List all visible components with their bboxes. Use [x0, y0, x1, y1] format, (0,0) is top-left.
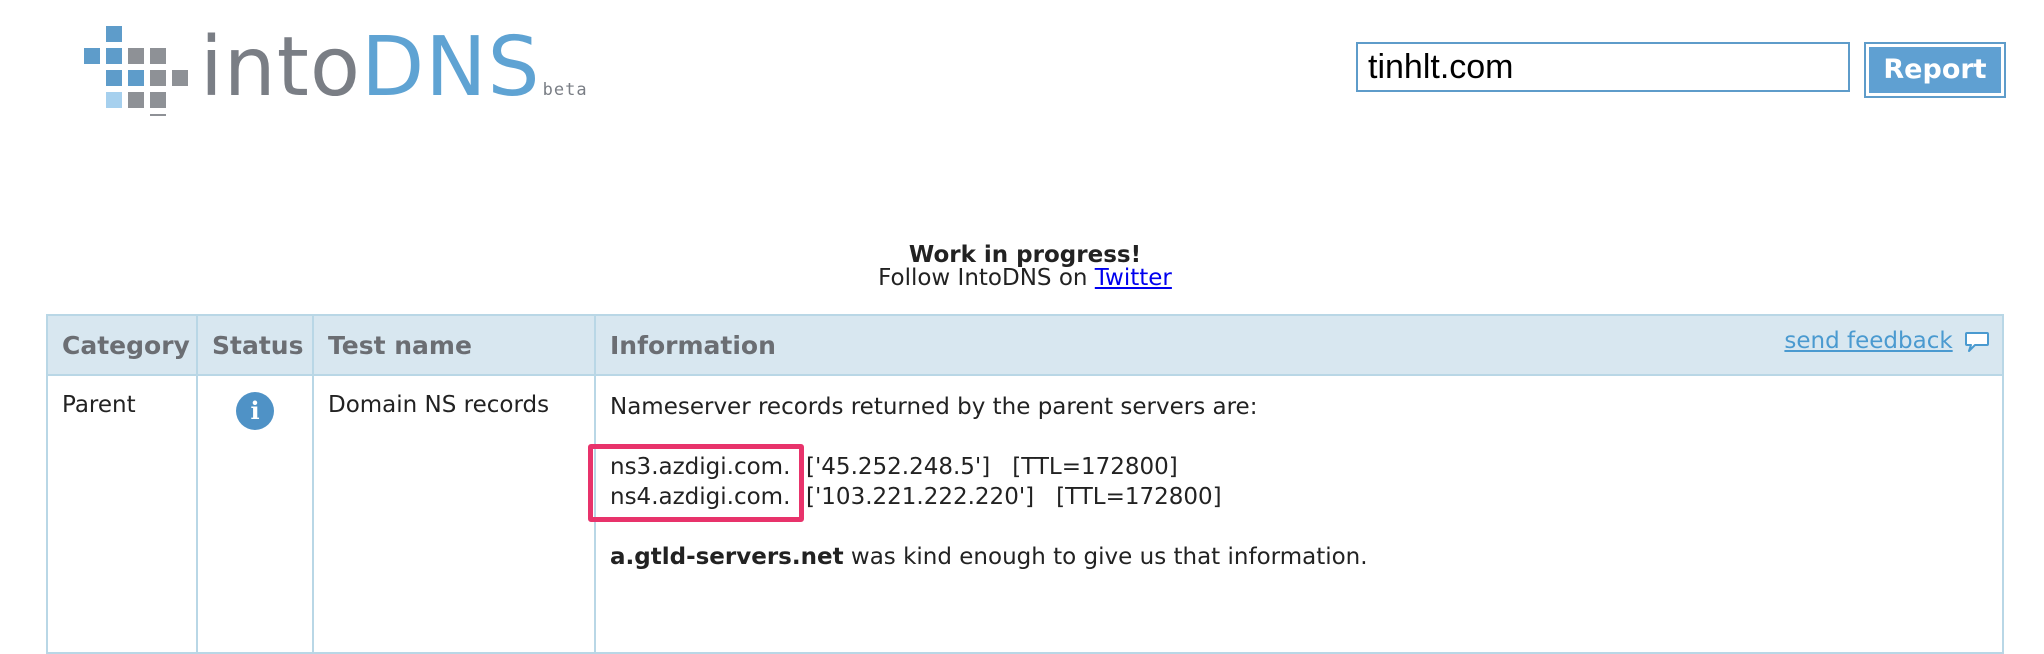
table-row: Parent i Domain NS records Nameserver re…	[46, 374, 2004, 654]
intodns-logo[interactable]: intoDNS beta	[84, 20, 587, 118]
twitter-link[interactable]: Twitter	[1095, 265, 1172, 291]
nameserver-ttl: [TTL=172800]	[1012, 454, 1178, 480]
source-line: a.gtld-servers.net was kind enough to gi…	[610, 542, 1988, 572]
send-feedback-link[interactable]: send feedback	[1784, 328, 1952, 354]
notice-follow-prefix: Follow IntoDNS on	[878, 265, 1095, 291]
nameserver-ip: ['45.252.248.5']	[806, 454, 991, 480]
row-test-name: Domain NS records	[312, 374, 596, 654]
logo-grid-icon	[84, 26, 188, 116]
header-status: Status	[196, 314, 314, 376]
nameserver-ttl: [TTL=172800]	[1056, 484, 1222, 510]
info-icon: i	[236, 392, 274, 430]
nameserver-ip: ['103.221.222.220']	[806, 484, 1035, 510]
logo-beta-text: beta	[542, 80, 588, 100]
logo-dns-text: DNS	[361, 20, 541, 115]
report-button[interactable]: Report	[1864, 42, 2006, 98]
notice-follow: Follow IntoDNS on Twitter	[0, 267, 2044, 290]
header: intoDNSbeta Report	[0, 0, 2044, 140]
source-suffix: was kind enough to give us that informat…	[843, 544, 1368, 570]
row-status: i	[196, 374, 314, 654]
domain-input[interactable]	[1356, 42, 1850, 92]
speech-bubble-icon[interactable]	[1964, 330, 1990, 354]
table-header-row: Category Status Test name Information se…	[46, 314, 2004, 376]
highlight-box	[588, 444, 804, 522]
info-intro: Nameserver records returned by the paren…	[610, 394, 1258, 420]
logo-wordmark: intoDNS beta	[200, 20, 588, 138]
nameserver-row: ns4.azdigi.com. ['103.221.222.220'] [TTL=1…	[610, 482, 1988, 512]
results-table: Category Status Test name Information se…	[46, 314, 2004, 654]
send-feedback[interactable]: send feedback	[1784, 328, 1990, 354]
nameserver-row: ns3.azdigi.com. ['45.252.248.5'] [TTL=1728…	[610, 452, 1988, 482]
header-information: Information send feedback	[594, 314, 2004, 376]
row-category: Parent	[46, 374, 198, 654]
row-information: Nameserver records returned by the paren…	[588, 374, 2004, 654]
source-server: a.gtld-servers.net	[610, 544, 844, 570]
header-information-label: Information	[610, 330, 776, 360]
notice: Work in progress! Follow IntoDNS on Twit…	[0, 244, 2044, 290]
header-category: Category	[46, 314, 198, 376]
header-test-name: Test name	[312, 314, 596, 376]
logo-into-text: into	[200, 20, 362, 115]
nameserver-list: ns3.azdigi.com. ['45.252.248.5'] [TTL=1728…	[588, 444, 1988, 522]
notice-title: Work in progress!	[908, 242, 1142, 268]
